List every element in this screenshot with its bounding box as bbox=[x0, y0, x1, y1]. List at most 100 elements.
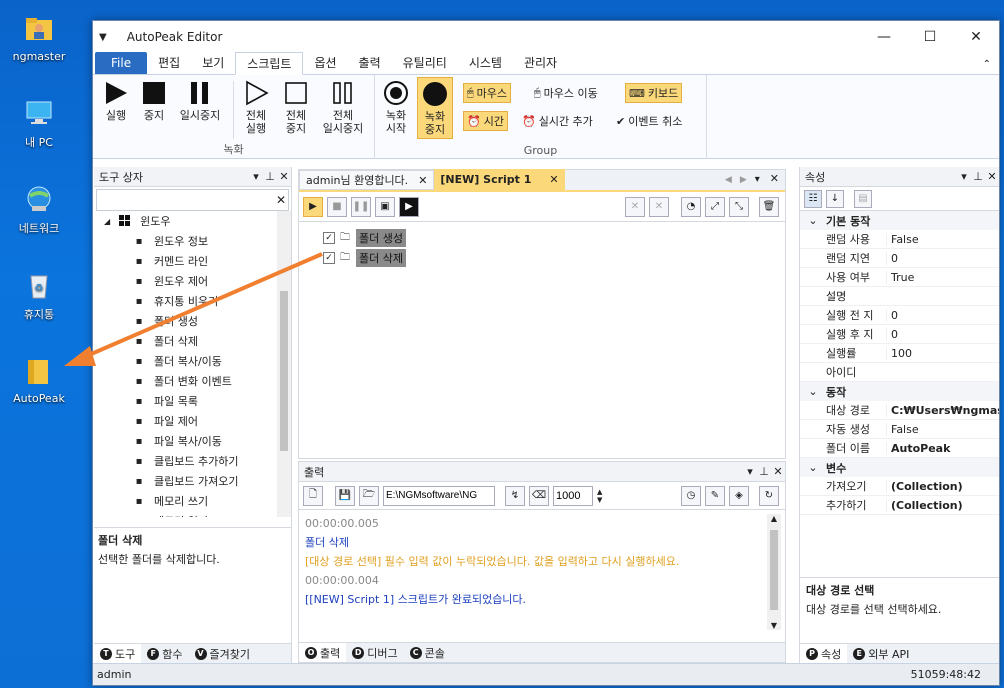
property-category[interactable]: ⌄ 기본 동작 bbox=[800, 211, 999, 230]
property-row[interactable]: 랜덤 사용 False bbox=[800, 230, 999, 249]
mouse-move-button[interactable]: 🖱 마우스 이동 bbox=[531, 83, 601, 103]
event-cancel-button[interactable]: ✔ 이벤트 취소 bbox=[613, 111, 685, 131]
property-row[interactable]: 사용 여부 True bbox=[800, 268, 999, 287]
property-category[interactable]: ⌄ 동작 bbox=[800, 382, 999, 401]
tab-external-api[interactable]: E 외부 API bbox=[847, 644, 915, 663]
line-count-input[interactable] bbox=[553, 485, 593, 506]
close-panel-icon[interactable]: ✕ bbox=[770, 172, 779, 185]
desktop-icon-recycle[interactable]: ♻ 휴지통 bbox=[0, 268, 78, 322]
property-row[interactable]: 설명 bbox=[800, 287, 999, 306]
menu-file[interactable]: File bbox=[95, 52, 148, 74]
toolbox-item[interactable]: ▪ 파일 목록 bbox=[94, 391, 291, 411]
save-icon[interactable]: 💾 bbox=[335, 485, 355, 506]
toolbox-item[interactable]: ▪ 윈도우 제어 bbox=[94, 271, 291, 291]
trash-icon[interactable]: 🗑 bbox=[759, 196, 779, 217]
toolbox-item[interactable]: ▪ 폴더 복사/이동 bbox=[94, 351, 291, 371]
mouse-button[interactable]: 🖱 마우스 bbox=[463, 83, 511, 103]
refresh-icon[interactable]: ↻ bbox=[759, 485, 779, 506]
tab-tools[interactable]: T 도구 bbox=[94, 644, 142, 663]
property-row[interactable]: 대상 경로C:₩Users₩ngmaste bbox=[800, 401, 999, 420]
toolbox-item[interactable]: ▪ 클립보드 추가하기 bbox=[94, 451, 291, 471]
scroll-left-icon[interactable]: ◀ bbox=[725, 175, 732, 185]
menu-view[interactable]: 보기 bbox=[191, 52, 235, 74]
tab-script-1[interactable]: [NEW] Script 1 ✕ bbox=[434, 169, 565, 190]
property-row[interactable]: 아이디 bbox=[800, 363, 999, 382]
toolbox-item[interactable]: ▪메모리 읽기 bbox=[94, 511, 291, 517]
run-selected-icon[interactable]: ▶ bbox=[399, 196, 419, 217]
toolbox-item[interactable]: ▪ 폴더 생성 bbox=[94, 311, 291, 331]
toolbox-item[interactable]: ▪ 휴지통 비우기 bbox=[94, 291, 291, 311]
property-row[interactable]: 실행 후 지0 bbox=[800, 325, 999, 344]
tab-functions[interactable]: F 함수 bbox=[141, 644, 188, 663]
desktop-icon-user[interactable]: ngmaster bbox=[0, 12, 78, 63]
toolbox-item[interactable]: ▪ 폴더 변화 이벤트 bbox=[94, 371, 291, 391]
record-start-button[interactable]: 녹화 시작 bbox=[381, 79, 411, 135]
sort-alpha-icon[interactable]: ↓ bbox=[826, 189, 844, 208]
maximize-button[interactable]: ☐ bbox=[907, 21, 953, 53]
property-category[interactable]: ⌄ 변수 bbox=[800, 458, 999, 477]
stop-button[interactable]: 중지 bbox=[139, 79, 169, 122]
clock-icon[interactable]: ◷ bbox=[681, 485, 701, 506]
open-folder-icon[interactable]: 🗁 bbox=[359, 485, 379, 506]
menu-output[interactable]: 출력 bbox=[348, 52, 392, 74]
checkbox-icon[interactable]: ✓ bbox=[323, 232, 335, 244]
menu-admin[interactable]: 관리자 bbox=[513, 52, 568, 74]
step-icon[interactable]: ▣ bbox=[375, 196, 395, 217]
checkbox-icon[interactable]: ✓ bbox=[323, 252, 335, 264]
pause-icon[interactable]: ❚❚ bbox=[351, 196, 371, 217]
stop-all-button[interactable]: 전체 중지 bbox=[279, 79, 313, 135]
close-tab-icon[interactable]: ✕ bbox=[549, 173, 558, 186]
tab-output[interactable]: O 출력 bbox=[299, 643, 347, 662]
close-icon[interactable]: ✕ bbox=[277, 170, 291, 183]
delete-icon[interactable]: ✕ bbox=[625, 196, 645, 217]
property-row[interactable]: 가져오기 (Collection) bbox=[800, 477, 999, 496]
delete-all-icon[interactable]: ✕ bbox=[649, 196, 669, 217]
property-row[interactable]: 추가하기 (Collection) bbox=[800, 496, 999, 515]
keyboard-button[interactable]: ⌨ 키보드 bbox=[625, 83, 683, 103]
wrap-icon[interactable]: ↯ bbox=[505, 485, 525, 506]
property-row[interactable]: 자동 생성 False bbox=[800, 420, 999, 439]
desktop-icon-autopeak[interactable]: AutoPeak bbox=[0, 354, 78, 405]
new-file-icon[interactable]: 🗋 bbox=[303, 485, 323, 506]
property-row[interactable]: 실행 전 지0 bbox=[800, 306, 999, 325]
pause-button[interactable]: 일시중지 bbox=[175, 79, 225, 122]
menu-system[interactable]: 시스템 bbox=[458, 52, 513, 74]
tab-debug[interactable]: D 디버그 bbox=[346, 643, 403, 662]
collapse-icon[interactable]: ◢ bbox=[104, 217, 110, 226]
run-all-button[interactable]: 전체 실행 bbox=[239, 79, 273, 135]
property-row[interactable]: 폴더 이름 AutoPeak bbox=[800, 439, 999, 458]
pause-all-button[interactable]: 전체 일시중지 bbox=[317, 79, 369, 135]
realtime-add-button[interactable]: ⏰ 실시간 추가 bbox=[519, 111, 596, 131]
script-node[interactable]: ✓ 🗀 폴더 삭제 bbox=[323, 248, 785, 268]
scroll-right-icon[interactable]: ▶ bbox=[740, 175, 747, 185]
toolbox-item[interactable]: ▪ 메모리 쓰기 bbox=[94, 491, 291, 511]
toolbox-scrollbar[interactable] bbox=[277, 211, 291, 517]
expand-icon[interactable]: ⤢ bbox=[705, 196, 725, 217]
collapse-icon[interactable]: ⤡ bbox=[729, 196, 749, 217]
menu-options[interactable]: 옵션 bbox=[303, 52, 347, 74]
record-stop-button[interactable]: 녹화 중지 bbox=[417, 77, 453, 139]
pin-icon[interactable]: ⊥ bbox=[263, 170, 277, 183]
close-button[interactable]: ✕ bbox=[953, 21, 999, 53]
tab-console[interactable]: C 콘솔 bbox=[404, 643, 451, 662]
dropdown-icon[interactable]: ▾ bbox=[957, 170, 971, 183]
desktop-icon-network[interactable]: 네트워크 bbox=[0, 182, 78, 236]
dropdown-icon[interactable]: ▾ bbox=[743, 465, 757, 478]
time-button[interactable]: ⏰ 시간 bbox=[463, 111, 508, 131]
categorized-icon[interactable]: ☷ bbox=[804, 189, 822, 208]
history-icon[interactable]: ◔ bbox=[681, 196, 701, 217]
spinner-icon[interactable]: ▲ ▼ bbox=[597, 488, 602, 504]
collapse-icon[interactable]: ⌄ bbox=[800, 461, 826, 474]
toolbox-search-input[interactable] bbox=[97, 190, 274, 210]
pin-icon[interactable]: ⊥ bbox=[757, 465, 771, 478]
toolbox-item[interactable]: ▪ 윈도우 정보 bbox=[94, 231, 291, 251]
tab-welcome[interactable]: admin님 환영합니다. ✕ bbox=[299, 170, 435, 190]
toolbox-item[interactable]: ▪ 클립보드 가져오기 bbox=[94, 471, 291, 491]
eraser-icon[interactable]: ⌫ bbox=[529, 485, 549, 506]
play-icon[interactable]: ▶ bbox=[303, 196, 323, 217]
toolbox-item[interactable]: ▪ 파일 제어 bbox=[94, 411, 291, 431]
brush-icon[interactable]: ✎ bbox=[705, 485, 725, 506]
toolbox-item[interactable]: ▪ 폴더 삭제 bbox=[94, 331, 291, 351]
property-row[interactable]: 실행률 100 bbox=[800, 344, 999, 363]
stop-icon[interactable]: ■ bbox=[327, 196, 347, 217]
